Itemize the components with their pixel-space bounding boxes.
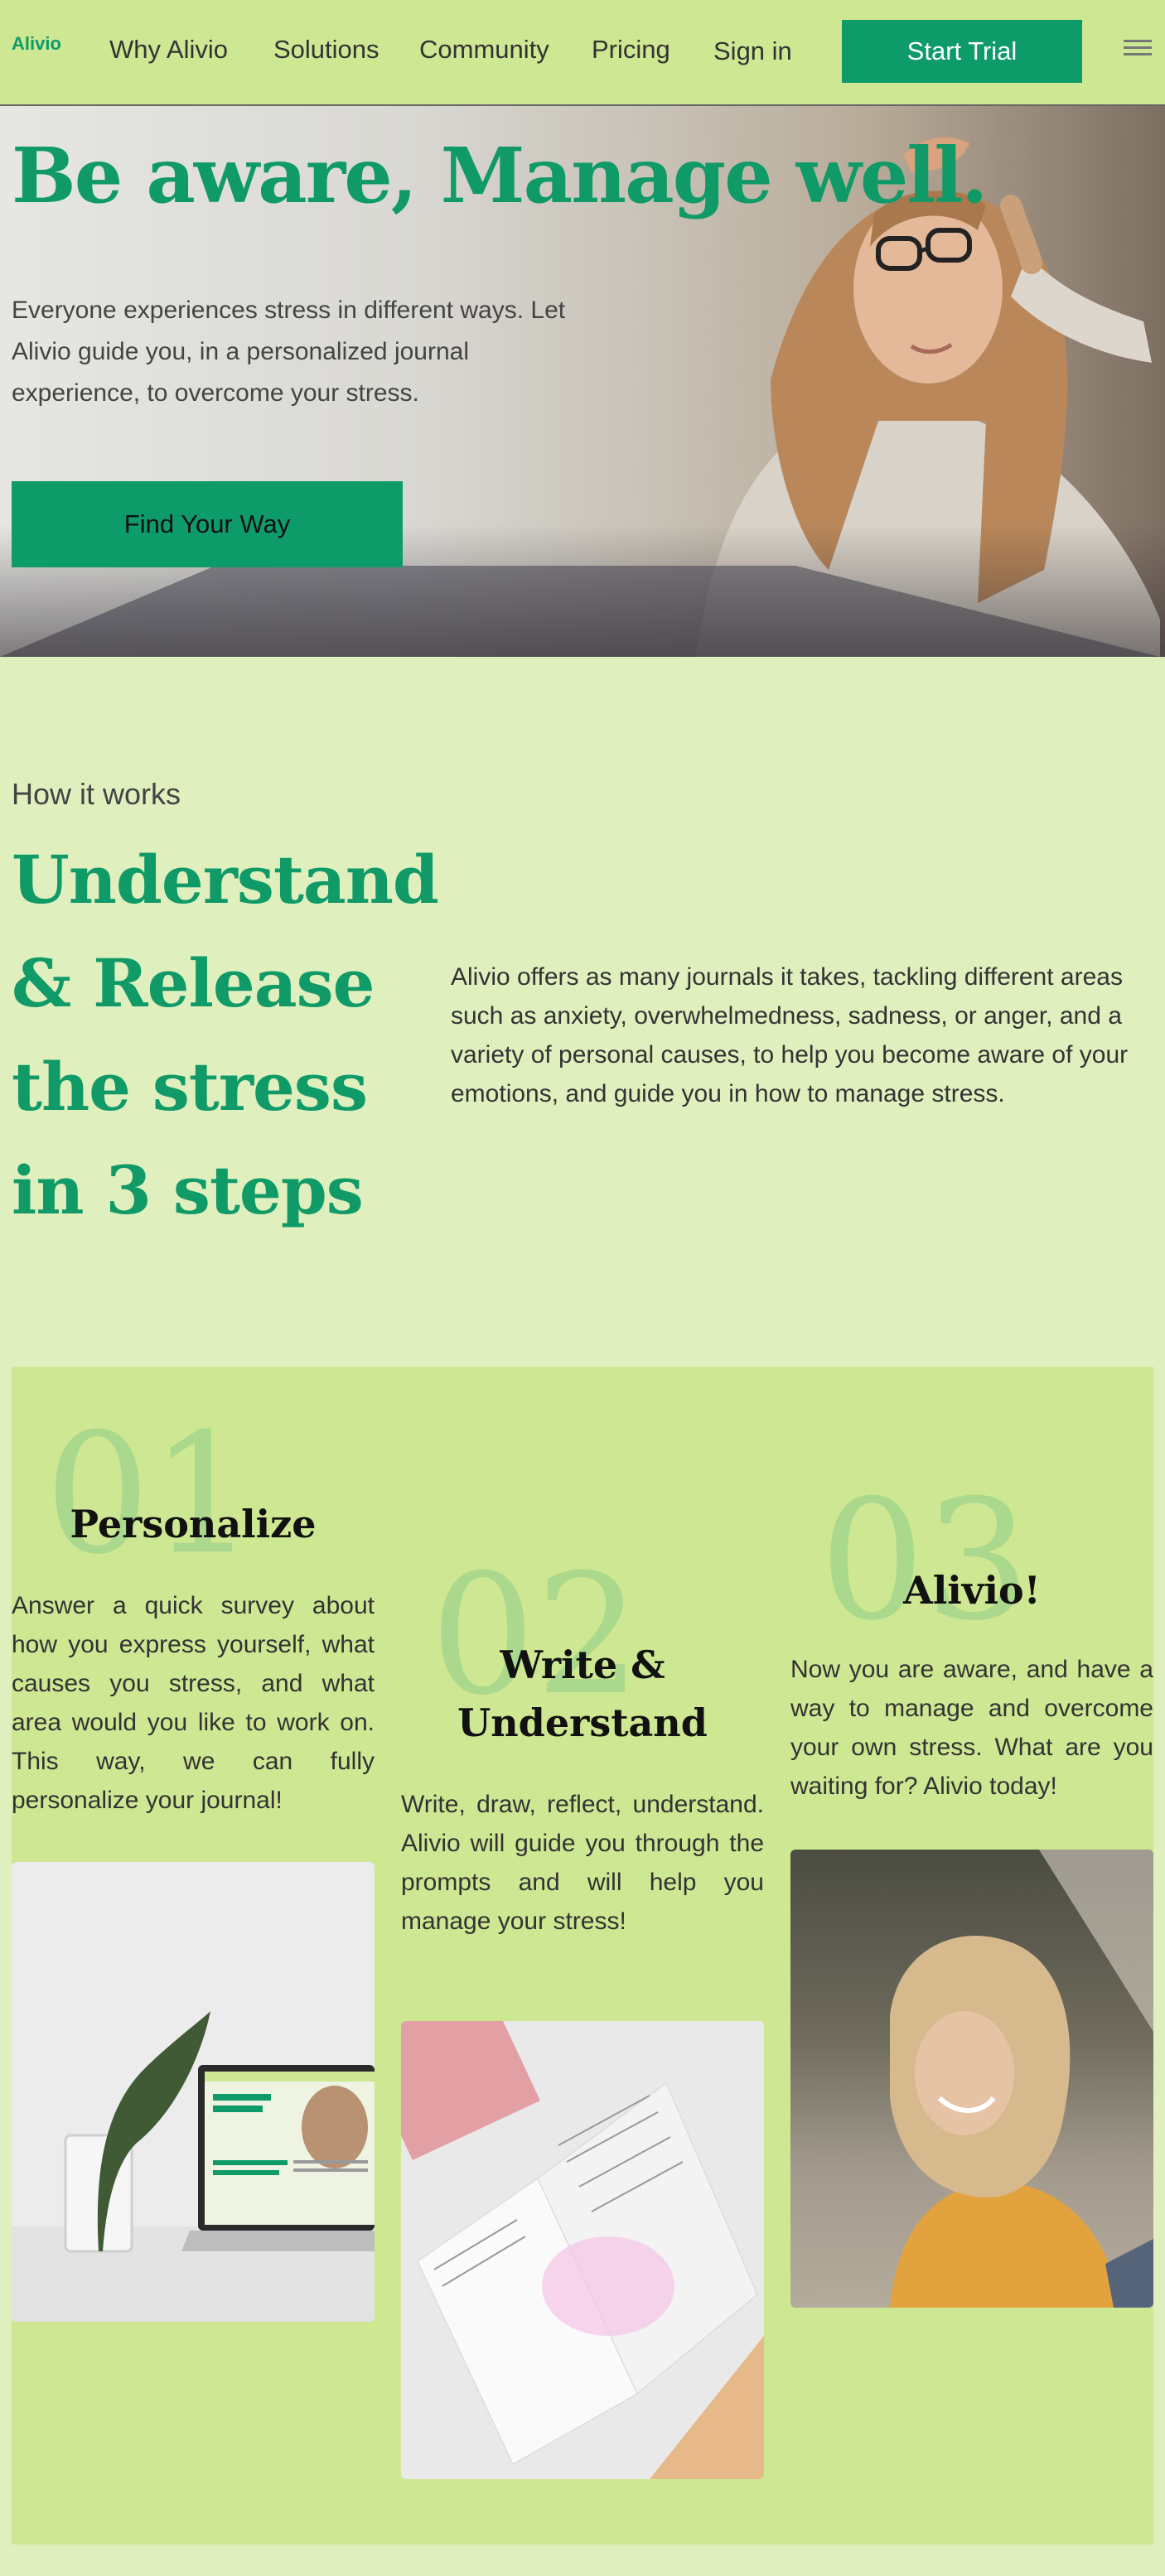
logo[interactable]: Alivio — [12, 33, 61, 55]
start-trial-button[interactable]: Start Trial — [842, 20, 1082, 83]
hero-section: Be aware, Manage well. Everyone experien… — [0, 106, 1165, 657]
how-it-works-label: How it works — [12, 777, 181, 811]
hero-description: Everyone experiences stress in different… — [12, 297, 566, 407]
nav-link-community[interactable]: Community — [419, 35, 549, 65]
nav-link-why-alivio[interactable]: Why Alivio — [109, 35, 228, 65]
nav-link-pricing[interactable]: Pricing — [592, 35, 670, 65]
step-1-title: Personalize — [70, 1502, 317, 1546]
hero-title: Be aware, Manage well. — [12, 131, 988, 220]
how-it-works-description: Alivio offers as many journals it takes,… — [451, 963, 1129, 1107]
step-3-smiling-woman-image — [790, 1850, 1153, 2308]
find-your-way-button[interactable]: Find Your Way — [12, 481, 403, 567]
step-1-laptop-image — [12, 1862, 375, 2322]
sign-in-link[interactable]: Sign in — [713, 36, 792, 66]
hamburger-menu-icon[interactable] — [1124, 40, 1152, 61]
step-2-title: Write & Understand — [457, 1643, 708, 1745]
how-it-works-title: Understand & Release the stress in 3 ste… — [12, 841, 439, 1229]
step-2-journal-image — [401, 2021, 764, 2479]
step-2-text: Write, draw, reflect, understand. Alivio… — [401, 1791, 764, 1935]
step-3-title: Alivio! — [903, 1568, 1041, 1613]
step-1-text: Answer a quick survey about how you expr… — [12, 1592, 375, 1814]
nav-link-solutions[interactable]: Solutions — [273, 35, 379, 65]
step-3-text: Now you are aware, and have a way to man… — [790, 1656, 1153, 1800]
top-nav: Alivio Why Alivio Solutions Community Pr… — [0, 0, 1165, 106]
steps-section: 01 Personalize Answer a quick survey abo… — [12, 1367, 1153, 2545]
